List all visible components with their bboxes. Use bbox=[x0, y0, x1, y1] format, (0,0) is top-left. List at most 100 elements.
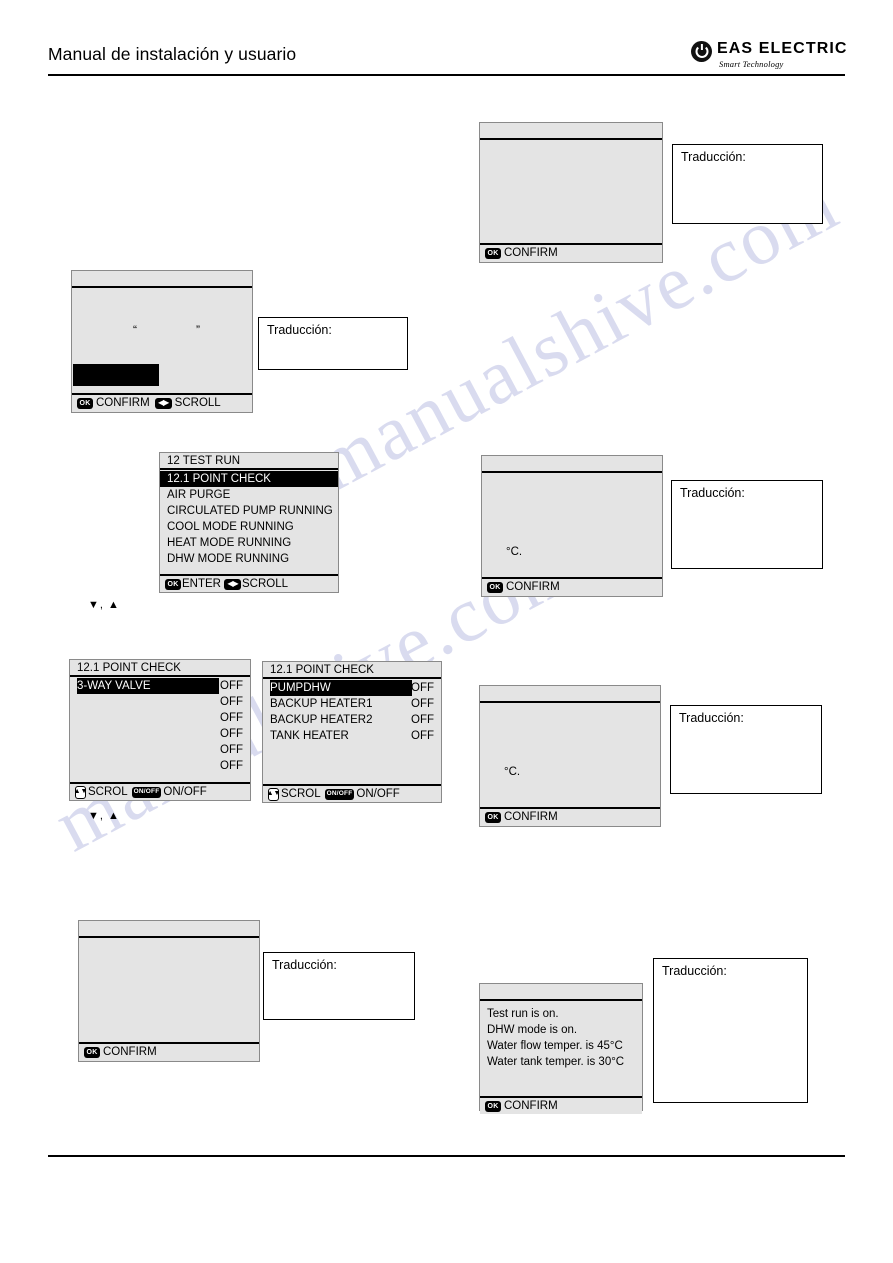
ok-badge-icon[interactable]: OK bbox=[84, 1046, 100, 1058]
traduccion-box: Traducción: bbox=[671, 480, 823, 569]
point-check-row[interactable]: PUMPDHW OFF bbox=[263, 680, 441, 696]
point-check-value: OFF bbox=[220, 696, 243, 708]
point-check-row[interactable]: OFF bbox=[70, 726, 250, 742]
traduccion-label: Traducción: bbox=[272, 958, 337, 972]
lcd-footer: OK CONFIRM bbox=[480, 807, 660, 825]
lcd-body: 3-WAY VALVE OFF OFF OFF OFF OFF OFF bbox=[70, 677, 250, 782]
scroll-label: SCROL bbox=[281, 787, 321, 800]
menu-item[interactable]: COOL MODE RUNNING bbox=[160, 519, 338, 535]
lcd-footer: ▲▼ SCROL ON/OFF ON/OFF bbox=[263, 784, 441, 802]
point-check-screen-b: 12.1 POINT CHECK PUMPDHW OFF BACKUP HEAT… bbox=[262, 661, 442, 803]
status-line: Water flow temper. is 45°C bbox=[487, 1040, 623, 1052]
lcd-body: 12.1 POINT CHECK AIR PURGE CIRCULATED PU… bbox=[160, 470, 338, 574]
menu-item[interactable]: 12.1 POINT CHECK bbox=[160, 471, 338, 487]
traduccion-box: Traducción: bbox=[258, 317, 408, 370]
menu-item[interactable]: HEAT MODE RUNNING bbox=[160, 535, 338, 551]
point-check-label: TANK HEATER bbox=[270, 730, 349, 742]
lcd-footer: OK CONFIRM ◀▶ SCROLL bbox=[72, 393, 252, 411]
left-right-badge-icon[interactable]: ◀▶ bbox=[223, 578, 241, 590]
menu-item-label: 12.1 POINT CHECK bbox=[167, 473, 271, 485]
point-check-row[interactable]: OFF bbox=[70, 710, 250, 726]
menu-item[interactable]: AIR PURGE bbox=[160, 487, 338, 503]
test-run-status-screen: Test run is on. DHW mode is on. Water fl… bbox=[479, 983, 643, 1114]
point-check-value: OFF bbox=[220, 728, 243, 740]
status-line: Test run is on. bbox=[487, 1008, 559, 1020]
blank-confirm-screen-2: OK CONFIRM bbox=[78, 920, 260, 1062]
point-check-row[interactable]: 3-WAY VALVE OFF bbox=[70, 678, 250, 694]
brand-name: EAS ELECTRIC bbox=[717, 40, 848, 57]
point-check-label: PUMPDHW bbox=[270, 680, 412, 696]
traduccion-box: Traducción: bbox=[672, 144, 823, 224]
temperature-unit-text: °C. bbox=[504, 766, 521, 778]
lcd-body bbox=[79, 938, 259, 1042]
point-check-row[interactable]: OFF bbox=[70, 694, 250, 710]
lcd-body: PUMPDHW OFF BACKUP HEATER1 OFF BACKUP HE… bbox=[263, 679, 441, 784]
header-divider bbox=[48, 74, 845, 76]
lcd-footer: OK CONFIRM bbox=[480, 1096, 642, 1114]
lcd-title: 12.1 POINT CHECK bbox=[263, 662, 441, 679]
lcd-body: °C. bbox=[482, 473, 662, 577]
ok-badge-icon[interactable]: OK bbox=[487, 581, 503, 593]
confirm-label: CONFIRM bbox=[506, 580, 560, 593]
lcd-body: “ ” bbox=[72, 288, 252, 393]
ok-badge-icon[interactable]: OK bbox=[485, 247, 501, 259]
point-check-value: OFF bbox=[411, 698, 434, 710]
enter-label: ENTER bbox=[182, 577, 221, 590]
onoff-badge-icon[interactable]: ON/OFF bbox=[324, 788, 355, 800]
brand-logo: EAS ELECTRIC Smart Technology bbox=[677, 40, 848, 74]
point-check-row[interactable]: OFF bbox=[70, 742, 250, 758]
point-check-row[interactable]: OFF bbox=[70, 758, 250, 774]
up-down-badge-icon[interactable]: ▲▼ bbox=[74, 785, 87, 799]
point-check-screen-a: 12.1 POINT CHECK 3-WAY VALVE OFF OFF OFF… bbox=[69, 659, 251, 801]
menu-item-label: CIRCULATED PUMP RUNNING bbox=[167, 505, 333, 517]
onoff-badge-icon[interactable]: ON/OFF bbox=[131, 786, 162, 798]
arrow-annotation-2: ▼, ▲ bbox=[88, 810, 120, 822]
page-header: Manual de instalación y usuario EAS ELEC… bbox=[48, 40, 846, 86]
selection-highlight-bar[interactable] bbox=[73, 364, 159, 386]
traduccion-label: Traducción: bbox=[267, 323, 332, 337]
lcd-body: °C. bbox=[480, 703, 660, 807]
left-right-badge-icon[interactable]: ◀▶ bbox=[154, 397, 172, 409]
status-line: Water tank temper. is 30°C bbox=[487, 1056, 625, 1068]
footer-divider bbox=[48, 1155, 845, 1157]
temperature-confirm-screen-1: °C. OK CONFIRM bbox=[481, 455, 663, 597]
ok-badge-icon[interactable]: OK bbox=[77, 397, 93, 409]
blank-confirm-screen: OK CONFIRM bbox=[479, 122, 663, 263]
up-down-badge-icon[interactable]: ▲▼ bbox=[267, 787, 280, 801]
point-check-label: BACKUP HEATER1 bbox=[270, 698, 373, 710]
menu-item-label: DHW MODE RUNNING bbox=[167, 553, 290, 565]
traduccion-box: Traducción: bbox=[670, 705, 822, 794]
lcd-title bbox=[72, 271, 252, 288]
point-check-value: OFF bbox=[220, 712, 243, 724]
traduccion-box: Traducción: bbox=[653, 958, 808, 1103]
confirm-label: CONFIRM bbox=[504, 246, 558, 259]
menu-item[interactable]: CIRCULATED PUMP RUNNING bbox=[160, 503, 338, 519]
confirm-label: CONFIRM bbox=[103, 1045, 157, 1058]
confirm-label: CONFIRM bbox=[504, 1099, 558, 1112]
lcd-title: 12 TEST RUN bbox=[160, 453, 338, 470]
lcd-body bbox=[480, 140, 662, 243]
power-circle-icon bbox=[691, 41, 712, 62]
ok-badge-icon[interactable]: OK bbox=[165, 578, 181, 590]
scroll-label: SCROL bbox=[88, 785, 128, 798]
lcd-footer: OK CONFIRM bbox=[482, 577, 662, 595]
ok-badge-icon[interactable]: OK bbox=[485, 1100, 501, 1112]
traduccion-box: Traducción: bbox=[263, 952, 415, 1020]
point-check-row[interactable]: BACKUP HEATER2 OFF bbox=[263, 712, 441, 728]
lcd-body: Test run is on. DHW mode is on. Water fl… bbox=[480, 1001, 642, 1096]
point-check-row[interactable]: BACKUP HEATER1 OFF bbox=[263, 696, 441, 712]
point-check-row[interactable]: TANK HEATER OFF bbox=[263, 728, 441, 744]
status-line: DHW mode is on. bbox=[487, 1024, 578, 1036]
ok-badge-icon[interactable]: OK bbox=[485, 811, 501, 823]
point-check-value: OFF bbox=[411, 730, 434, 742]
point-check-value: OFF bbox=[411, 682, 434, 694]
menu-item[interactable]: DHW MODE RUNNING bbox=[160, 551, 338, 567]
arrow-annotation-1: ▼, ▲ bbox=[88, 599, 120, 611]
traduccion-label: Traducción: bbox=[681, 150, 746, 164]
traduccion-label: Traducción: bbox=[680, 486, 745, 500]
onoff-label: ON/OFF bbox=[356, 787, 400, 800]
traduccion-label: Traducción: bbox=[662, 964, 727, 978]
quote-close: ” bbox=[196, 323, 200, 337]
menu-item-label: HEAT MODE RUNNING bbox=[167, 537, 292, 549]
quotes-confirm-scroll-screen: “ ” OK CONFIRM ◀▶ SCROLL bbox=[71, 270, 253, 413]
